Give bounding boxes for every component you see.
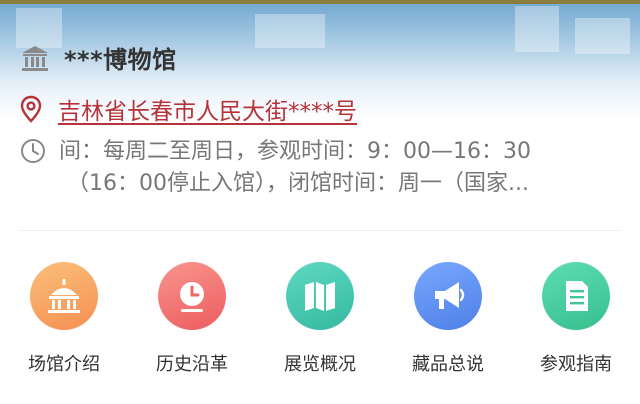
address-row[interactable]: 吉林省长春市人民大街****号: [20, 92, 357, 126]
nav-history[interactable]: 历史沿革: [128, 262, 256, 376]
address-link[interactable]: 吉林省长春市人民大街****号: [58, 92, 357, 126]
hours-line-1: 间：每周二至周日，参观时间：9：00—16：30: [59, 139, 531, 164]
museum-header: ***博物馆: [20, 40, 177, 75]
nav-collections[interactable]: 藏品总说: [384, 262, 512, 376]
opening-hours: 间：每周二至周日，参观时间：9：00—16：30 （16：00停止入馆），闭馆时…: [20, 136, 609, 200]
megaphone-icon: [414, 262, 482, 330]
nav-label: 展览概况: [284, 354, 356, 375]
museum-icon: [22, 45, 48, 71]
document-icon: [542, 262, 610, 330]
nav-venue-intro[interactable]: 场馆介绍: [0, 262, 128, 376]
temple-icon: [30, 262, 98, 330]
nav-exhibitions[interactable]: 展览概况: [256, 262, 384, 376]
museum-name: ***博物馆: [64, 46, 177, 74]
nav-visit-guide[interactable]: 参观指南: [512, 262, 640, 376]
clock-icon: [21, 139, 45, 163]
hours-line-2: （16：00停止入馆），闭馆时间：周一（国家...: [67, 171, 529, 196]
nav-label: 历史沿革: [156, 354, 228, 375]
nav-label: 场馆介绍: [28, 354, 100, 375]
quick-nav: 场馆介绍 历史沿革 展览概况 藏品总说 参观指南: [0, 262, 640, 376]
location-pin-icon: [20, 95, 42, 123]
divider: [20, 230, 620, 231]
nav-label: 参观指南: [540, 354, 612, 375]
nav-label: 藏品总说: [412, 354, 484, 375]
clock-icon: [158, 262, 226, 330]
map-icon: [286, 262, 354, 330]
